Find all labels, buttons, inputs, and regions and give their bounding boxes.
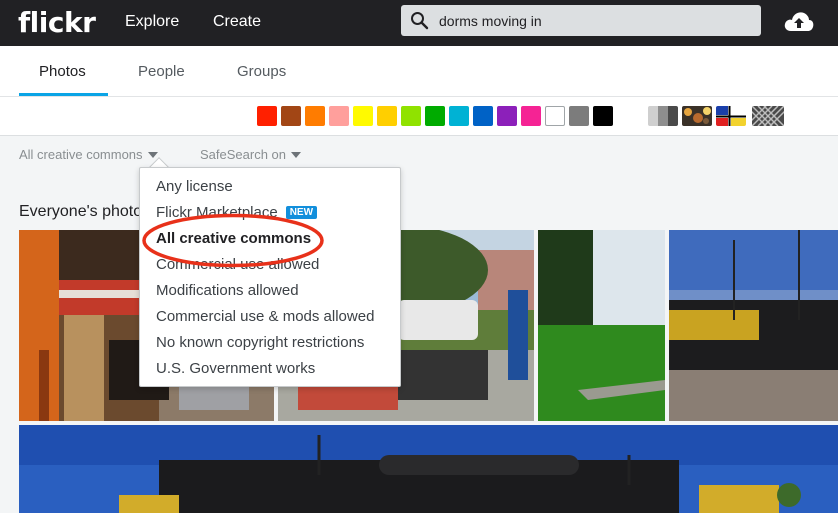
pattern-style-icon[interactable] [752, 106, 784, 126]
color-swatch-white[interactable] [545, 106, 565, 126]
chevron-down-icon [291, 152, 302, 158]
color-swatch-black[interactable] [593, 106, 613, 126]
photo-thumbnail[interactable] [19, 425, 838, 513]
photo-thumbnail[interactable] [538, 230, 665, 421]
tab-groups[interactable]: Groups [237, 63, 286, 80]
safesearch-filter-dropdown[interactable]: SafeSearch on [200, 147, 302, 162]
color-swatch-blue[interactable] [473, 106, 493, 126]
menu-item-commercial-and-mods[interactable]: Commercial use & mods allowed [156, 308, 374, 325]
highlight-ellipse-annotation [142, 213, 324, 268]
color-swatch-orange[interactable] [305, 106, 325, 126]
license-filter-dropdown[interactable]: All creative commons [19, 147, 158, 162]
color-filter-strip [0, 97, 838, 136]
color-swatch-purple[interactable] [497, 106, 517, 126]
color-swatch-pink[interactable] [329, 106, 349, 126]
menu-item-no-known-copyright[interactable]: No known copyright restrictions [156, 334, 364, 351]
menu-item-modifications[interactable]: Modifications allowed [156, 282, 299, 299]
top-nav: flickr Explore Create dorms moving in [0, 0, 838, 46]
black-white-style-icon[interactable] [648, 106, 678, 126]
color-swatch-lime[interactable] [401, 106, 421, 126]
chevron-down-icon [147, 152, 158, 158]
license-filter-label: All creative commons [19, 147, 143, 162]
color-swatch-green[interactable] [425, 106, 445, 126]
flickr-search-page: flickr Explore Create dorms moving in Ph… [0, 0, 838, 513]
create-link[interactable]: Create [213, 13, 261, 31]
search-icon [411, 12, 429, 30]
upload-cloud-icon[interactable] [783, 9, 815, 33]
explore-link[interactable]: Explore [125, 13, 179, 31]
menu-item-us-government[interactable]: U.S. Government works [156, 360, 315, 377]
color-swatch-magenta[interactable] [521, 106, 541, 126]
safesearch-filter-label: SafeSearch on [200, 147, 287, 162]
flickr-logo[interactable]: flickr [18, 6, 96, 39]
color-swatch-gold[interactable] [377, 106, 397, 126]
section-title: Everyone's photos [19, 203, 151, 220]
menu-item-any-license[interactable]: Any license [156, 178, 233, 195]
search-box[interactable]: dorms moving in [401, 5, 761, 36]
search-tabs: Photos People Groups [0, 46, 838, 97]
search-input[interactable]: dorms moving in [439, 13, 542, 29]
minimalist-style-icon[interactable] [716, 106, 746, 126]
color-swatch-gray[interactable] [569, 106, 589, 126]
color-swatch-red[interactable] [257, 106, 277, 126]
tab-people[interactable]: People [138, 63, 185, 80]
color-swatch-yellow[interactable] [353, 106, 373, 126]
active-tab-indicator [19, 93, 108, 96]
photo-thumbnail[interactable] [669, 230, 838, 421]
tab-photos[interactable]: Photos [39, 63, 86, 80]
shallow-depth-style-icon[interactable] [682, 106, 712, 126]
license-menu: Any license Flickr Marketplace NEW All cr… [139, 167, 401, 387]
color-swatch-cyan[interactable] [449, 106, 469, 126]
color-swatch-brown[interactable] [281, 106, 301, 126]
